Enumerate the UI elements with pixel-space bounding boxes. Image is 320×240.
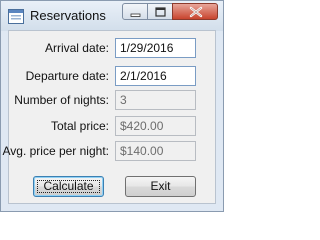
- calculate-button-label: Calculate: [43, 179, 94, 193]
- minimize-button[interactable]: [122, 3, 148, 20]
- calculate-button[interactable]: Calculate: [33, 176, 104, 197]
- number-of-nights-label: Number of nights:: [14, 93, 109, 107]
- departure-date-label: Departure date:: [25, 69, 109, 83]
- arrival-date-label: Arrival date:: [44, 41, 109, 55]
- total-price-label: Total price:: [50, 119, 109, 133]
- window-title: Reservations: [30, 8, 106, 23]
- number-of-nights-field: 3: [115, 90, 196, 110]
- avg-price-per-night-label: Avg. price per night:: [2, 144, 109, 158]
- arrival-date-field[interactable]: 1/29/2016: [115, 38, 196, 58]
- total-price-field: $420.00: [115, 116, 196, 136]
- form-client-area: Arrival date: 1/29/2016 Departure date: …: [2, 30, 216, 204]
- minimize-icon: [130, 13, 141, 17]
- exit-button-label: Exit: [150, 179, 171, 193]
- maximize-button[interactable]: [147, 3, 173, 20]
- close-icon: [189, 6, 203, 18]
- exit-button[interactable]: Exit: [125, 176, 196, 197]
- reservations-window: Reservations Arrival date: 1/29/2016 Dep…: [0, 0, 224, 212]
- avg-price-per-night-field: $140.00: [115, 141, 196, 161]
- form-icon[interactable]: [8, 9, 24, 24]
- close-button[interactable]: [172, 3, 218, 20]
- departure-date-field[interactable]: 2/1/2016: [115, 66, 196, 86]
- maximize-icon: [155, 7, 166, 17]
- title-bar[interactable]: Reservations: [1, 1, 223, 31]
